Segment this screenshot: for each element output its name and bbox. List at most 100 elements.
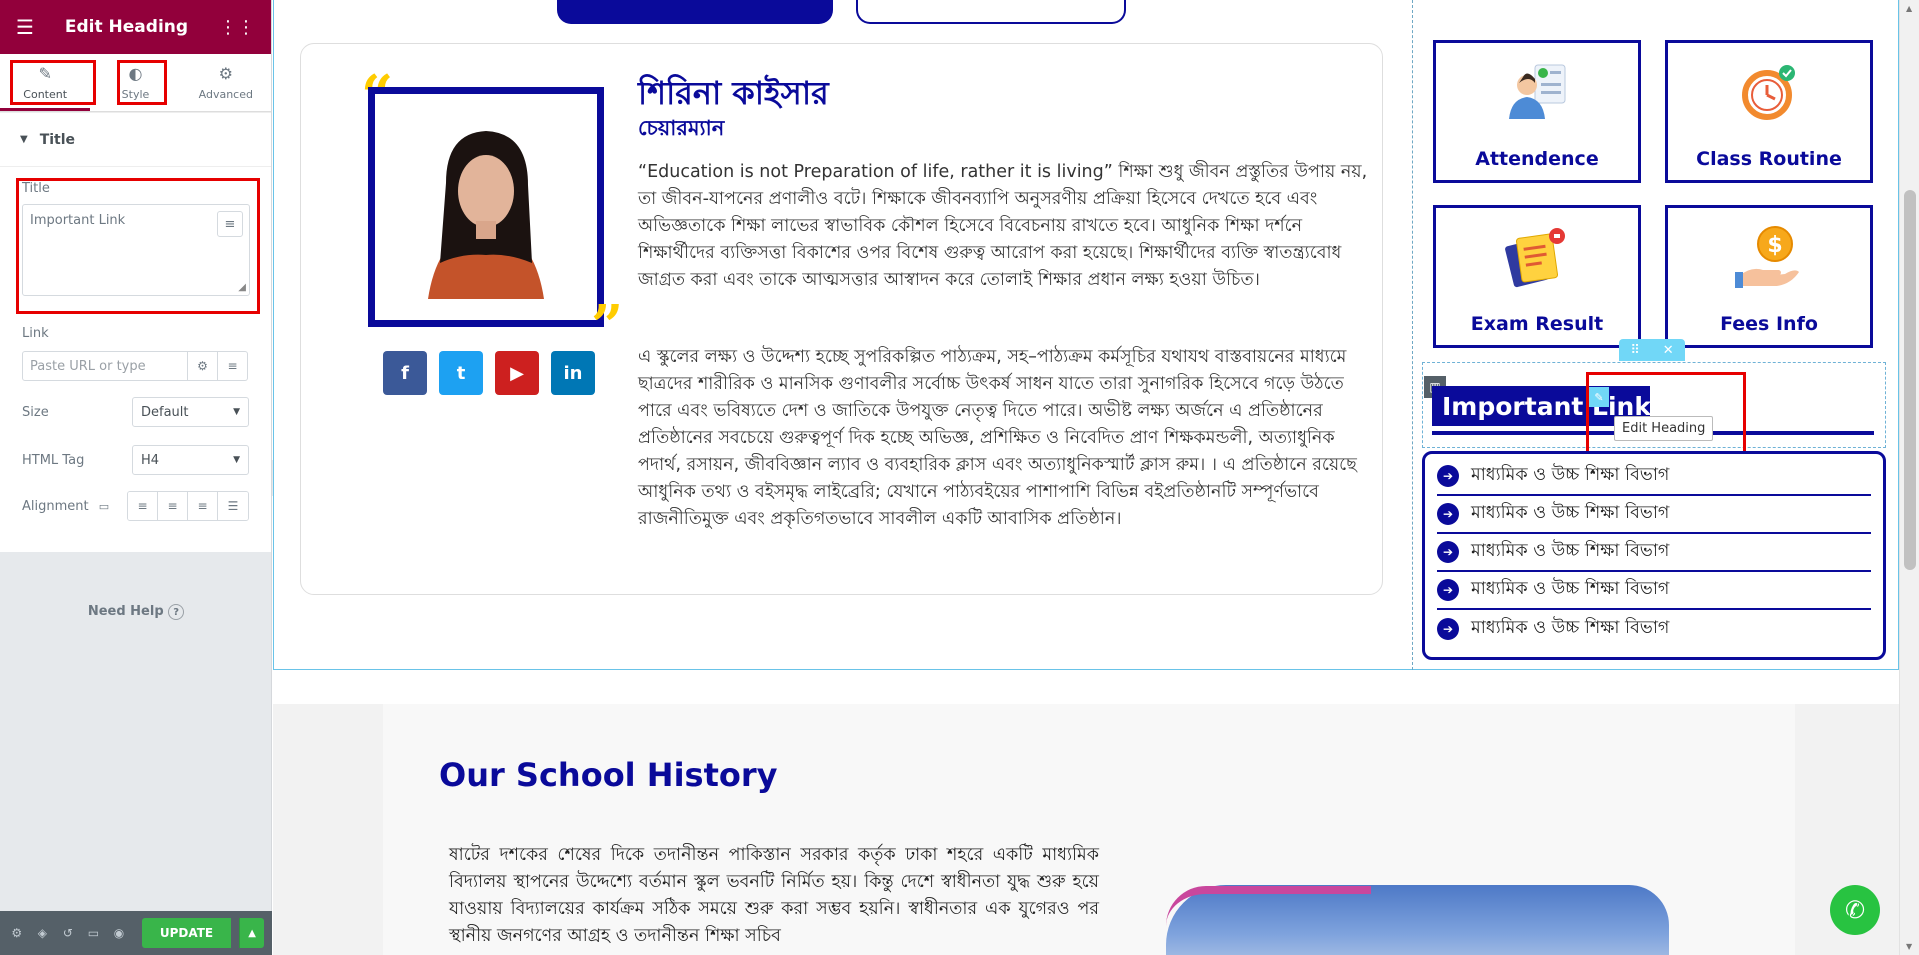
important-link-item[interactable]: ➔ মাধ্যমিক ও উচ্চ শিক্ষা বিভাগ — [1437, 610, 1871, 648]
chairman-message-para1: “Education is not Preparation of life, r… — [638, 162, 1368, 290]
section-title-toggle[interactable]: ▼ Title — [0, 113, 271, 167]
settings-icon[interactable]: ⚙ — [8, 926, 26, 940]
svg-text:$: $ — [1767, 233, 1782, 258]
photo-frame — [368, 87, 608, 327]
chevron-down-icon: ▼ — [233, 407, 240, 417]
update-button[interactable]: UPDATE — [141, 918, 232, 948]
align-left-icon[interactable]: ≡ — [128, 492, 158, 520]
dynamic-tags-icon[interactable]: ≡ — [217, 211, 243, 237]
hamburger-menu-icon[interactable]: ☰ — [16, 15, 34, 39]
alignment-choices: ≡ ≡ ≡ ☰ — [127, 491, 249, 521]
important-links-list: ➔ মাধ্যমিক ও উচ্চ শিক্ষা বিভাগ ➔ মাধ্যমিক ও… — [1422, 451, 1886, 660]
align-justify-icon[interactable]: ☰ — [218, 492, 248, 520]
link-options-gear-icon[interactable]: ⚙ — [188, 351, 218, 381]
youtube-icon[interactable]: ▶ — [495, 351, 539, 395]
html-tag-label: HTML Tag — [22, 452, 85, 468]
need-help-label: Need Help — [87, 604, 164, 619]
chevron-down-icon: ▼ — [233, 455, 240, 465]
alignment-label: Alignment ▭ — [22, 499, 109, 514]
need-help-link[interactable]: Need Help ? — [0, 604, 272, 620]
section-handle[interactable]: ⠿ ✕ — [1619, 339, 1685, 361]
title-label: Title — [22, 181, 50, 196]
panel-controls: ▼ Title Title Important Link ≡ ◢ Link Pa… — [0, 112, 271, 552]
desktop-icon[interactable]: ▭ — [99, 500, 109, 513]
top-outline-button[interactable] — [856, 0, 1126, 24]
gear-icon: ⚙ — [218, 64, 233, 83]
important-link-item[interactable]: ➔ মাধ্যমিক ও উচ্চ শিক্ষা বিভাগ — [1437, 496, 1871, 534]
chairman-card: “ ” f t ▶ in শিরিনা কাইসার চেয়ারম্যান “Edu… — [300, 43, 1383, 595]
edit-pencil-icon[interactable]: ✎ — [1589, 387, 1609, 407]
whatsapp-icon[interactable]: ✆ — [1830, 885, 1880, 935]
link-label: Link — [22, 326, 49, 341]
arrow-right-circle-icon: ➔ — [1437, 503, 1459, 525]
contrast-icon: ◐ — [128, 64, 143, 83]
portrait-image — [398, 113, 574, 299]
link-dynamic-tags-icon[interactable]: ≡ — [218, 351, 248, 381]
tile-exam-result[interactable]: Exam Result — [1433, 205, 1641, 348]
twitter-icon[interactable]: t — [439, 351, 483, 395]
editor-panel: ☰ Edit Heading ⋮⋮ ✎ Content ◐ Style ⚙ Ad… — [0, 0, 272, 955]
tile-fees-info-label: Fees Info — [1720, 313, 1818, 335]
column-divider — [1412, 0, 1413, 670]
fees-icon: $ — [1735, 226, 1799, 288]
align-center-icon[interactable]: ≡ — [158, 492, 188, 520]
help-icon: ? — [168, 604, 185, 620]
history-text: ষাটের দশকের শেষের দিকে তদানীন্তন পাকিস্ত… — [449, 845, 1099, 946]
alignment-label-text: Alignment — [22, 498, 89, 514]
panel-header: ☰ Edit Heading ⋮⋮ — [0, 0, 271, 54]
top-filled-button[interactable] — [557, 0, 833, 24]
important-link-item[interactable]: ➔ মাধ্যমিক ও উচ্চ শিক্ষা বিভাগ — [1437, 458, 1871, 496]
exam-result-icon — [1505, 228, 1565, 288]
edit-heading-tooltip: Edit Heading — [1614, 416, 1714, 441]
tile-exam-result-label: Exam Result — [1470, 313, 1604, 335]
preview-eye-icon[interactable]: ◉ — [110, 926, 128, 940]
pencil-icon: ✎ — [38, 64, 52, 83]
close-icon[interactable]: ✕ — [1663, 343, 1674, 358]
quote-close-icon: ” — [591, 293, 624, 359]
html-tag-select[interactable]: H4 ▼ — [132, 445, 249, 475]
tab-content[interactable]: ✎ Content — [0, 54, 91, 111]
chairman-role: চেয়ারম্যান — [638, 116, 725, 140]
linkedin-icon[interactable]: in — [551, 351, 595, 395]
arrow-right-circle-icon: ➔ — [1437, 465, 1459, 487]
widgets-grid-icon[interactable]: ⋮⋮ — [219, 17, 255, 38]
important-link-label: মাধ্যমিক ও উচ্চ শিক্ষা বিভাগ — [1471, 464, 1670, 485]
caret-down-icon: ▼ — [20, 134, 28, 145]
size-label: Size — [22, 404, 49, 420]
page-scrollbar[interactable]: ▲ ▼ — [1899, 0, 1919, 955]
update-options-caret-icon[interactable]: ▲ — [239, 918, 264, 948]
scrollbar-thumb[interactable] — [1904, 190, 1916, 570]
scroll-up-icon[interactable]: ▲ — [1906, 4, 1912, 13]
html-tag-select-value: H4 — [141, 452, 160, 468]
important-link-label: মাধ্যমিক ও উচ্চ শিক্ষা বিভাগ — [1471, 617, 1670, 638]
important-link-item[interactable]: ➔ মাধ্যমিক ও উচ্চ শিক্ষা বিভাগ — [1437, 534, 1871, 572]
chairman-photo — [398, 113, 574, 299]
responsive-mode-icon[interactable]: ▭ — [85, 926, 103, 940]
tile-fees-info[interactable]: $ Fees Info — [1665, 205, 1873, 348]
size-select-value: Default — [141, 404, 189, 420]
tab-style[interactable]: ◐ Style — [90, 54, 180, 111]
facebook-icon[interactable]: f — [383, 351, 427, 395]
important-link-label: মাধ্যমিক ও উচ্চ শিক্ষা বিভাগ — [1471, 540, 1670, 561]
size-select[interactable]: Default ▼ — [132, 397, 249, 427]
page-preview: “ ” f t ▶ in শিরিনা কাইসার চেয়ারম্যান “Edu… — [273, 0, 1919, 955]
important-link-item[interactable]: ➔ মাধ্যমিক ও উচ্চ শিক্ষা বিভাগ — [1437, 572, 1871, 610]
tile-class-routine[interactable]: Class Routine — [1665, 40, 1873, 183]
navigator-layers-icon[interactable]: ◈ — [34, 926, 52, 940]
chairman-message-para2: এ স্কুলের লক্ষ্য ও উদ্দেশ্য হচ্ছে সুপরিক… — [638, 347, 1357, 529]
scroll-down-icon[interactable]: ▼ — [1906, 942, 1912, 951]
align-right-icon[interactable]: ≡ — [188, 492, 218, 520]
link-input[interactable]: Paste URL or type — [22, 351, 188, 381]
tile-class-routine-label: Class Routine — [1696, 148, 1842, 170]
history-icon[interactable]: ↺ — [59, 926, 77, 940]
panel-footer: ⚙ ◈ ↺ ▭ ◉ UPDATE ▲ — [0, 911, 272, 955]
arrow-right-circle-icon: ➔ — [1437, 579, 1459, 601]
tab-style-label: Style — [121, 88, 150, 101]
resize-handle-icon[interactable]: ◢ — [238, 282, 246, 293]
tab-content-label: Content — [23, 88, 68, 101]
title-textarea[interactable]: Important Link ≡ ◢ — [22, 204, 250, 296]
drag-handle-icon[interactable]: ⠿ — [1630, 343, 1640, 358]
tab-advanced[interactable]: ⚙ Advanced — [181, 54, 271, 111]
tile-attendance[interactable]: Attendence — [1433, 40, 1641, 183]
image-accent-ribbon — [1166, 886, 1371, 926]
